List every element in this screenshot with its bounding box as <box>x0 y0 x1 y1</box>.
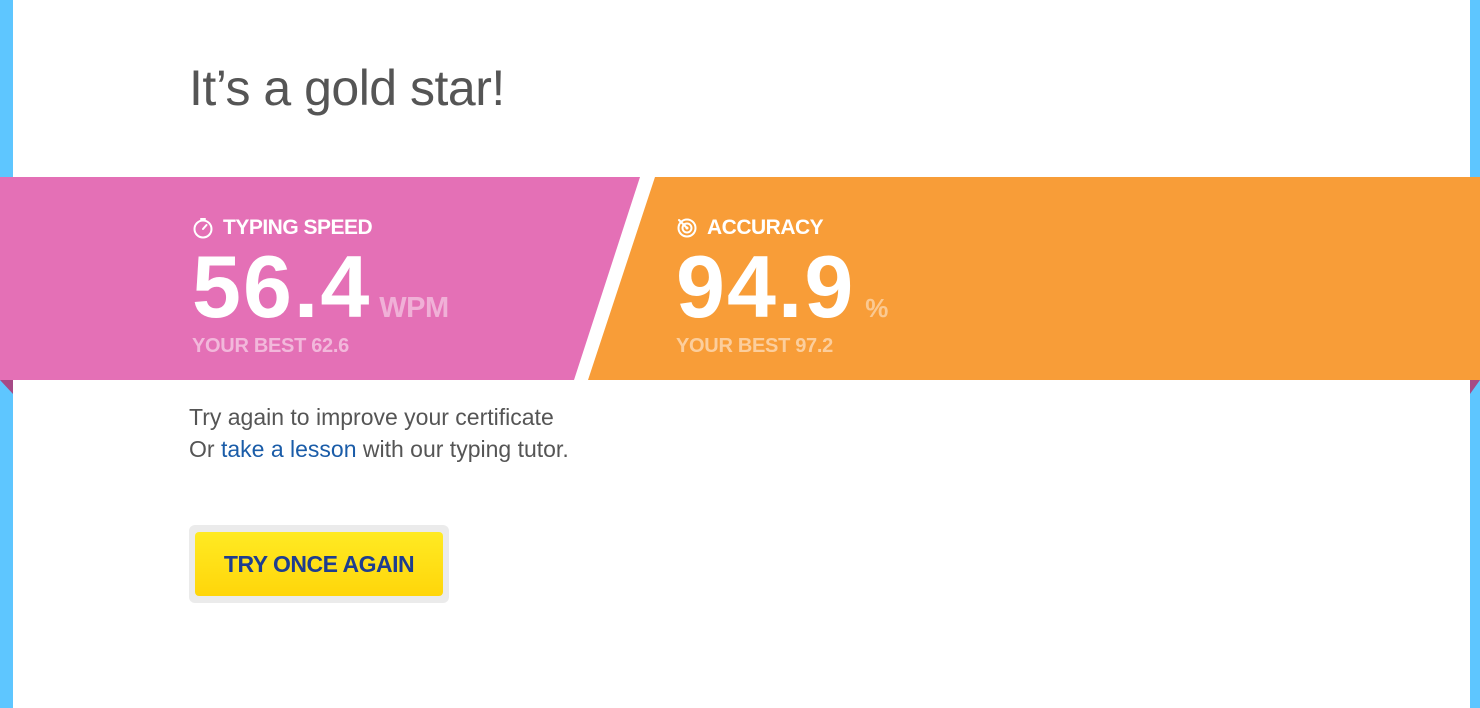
take-a-lesson-link[interactable]: take a lesson <box>221 436 357 462</box>
results-banner: TYPING SPEED 56.4 WPM YOUR BEST 62.6 ACC… <box>0 177 1480 380</box>
accuracy-value: 94.9 <box>676 237 856 336</box>
improvement-message: Try again to improve your certificate Or… <box>189 401 569 465</box>
message-suffix: with our typing tutor. <box>356 436 569 462</box>
message-prefix: Or <box>189 436 221 462</box>
try-again-button-frame: TRY ONCE AGAIN <box>189 525 449 603</box>
typing-speed-unit: WPM <box>379 292 449 324</box>
message-line-2: Or take a lesson with our typing tutor. <box>189 433 569 465</box>
typing-speed-value: 56.4 <box>192 237 372 336</box>
typing-speed-value-row: 56.4 WPM <box>192 243 449 331</box>
accuracy-best: YOUR BEST 97.2 <box>676 335 833 357</box>
page: It’s a gold star! TYPING SPEED 56.4 WPM … <box>0 0 1480 708</box>
accuracy-value-row: 94.9 % <box>676 243 888 331</box>
try-once-again-button[interactable]: TRY ONCE AGAIN <box>195 532 443 596</box>
accuracy-unit: % <box>865 293 888 323</box>
page-title: It’s a gold star! <box>189 60 505 116</box>
ribbon-fold-left <box>0 380 13 394</box>
ribbon-fold-right <box>1470 380 1480 394</box>
target-icon <box>676 217 698 239</box>
typing-speed-best: YOUR BEST 62.6 <box>192 335 349 357</box>
message-line-1: Try again to improve your certificate <box>189 404 554 430</box>
stopwatch-icon <box>192 217 214 239</box>
